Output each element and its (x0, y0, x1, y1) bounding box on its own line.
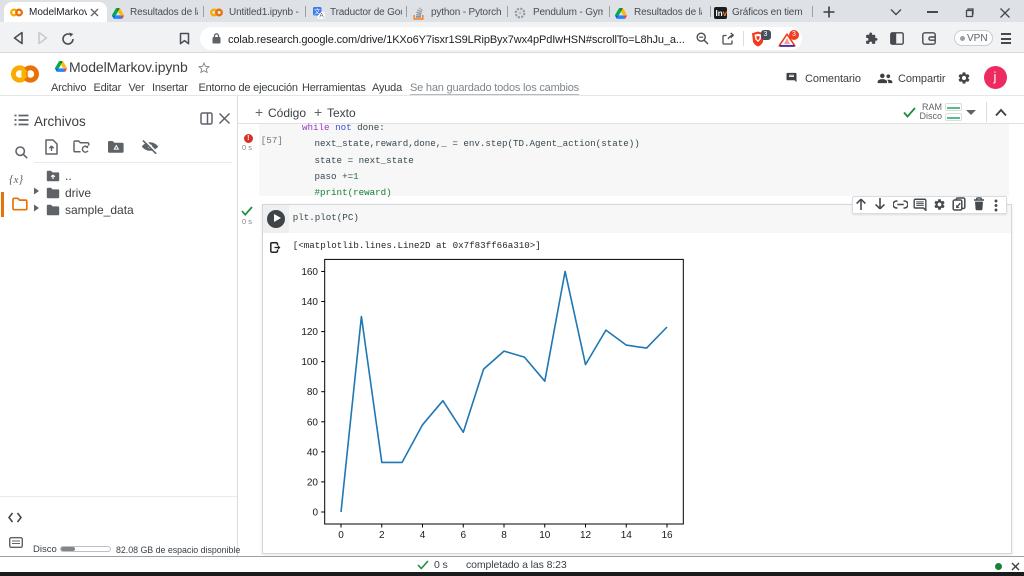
svg-text:10: 10 (539, 530, 551, 541)
svg-text:6: 6 (460, 530, 466, 541)
svg-text:A: A (319, 13, 324, 19)
svg-text:16: 16 (661, 530, 673, 541)
svg-text:80: 80 (307, 387, 319, 398)
svg-text:140: 140 (301, 297, 318, 308)
svg-text:4: 4 (420, 530, 426, 541)
svg-text:0: 0 (312, 508, 318, 519)
svg-text:0: 0 (338, 530, 344, 541)
svg-text:40: 40 (307, 447, 319, 458)
svg-text:160: 160 (301, 267, 318, 278)
svg-text:60: 60 (307, 417, 319, 428)
svg-text:8: 8 (501, 530, 507, 541)
svg-text:100: 100 (301, 357, 318, 368)
svg-text:12: 12 (580, 530, 592, 541)
svg-text:120: 120 (301, 327, 318, 338)
svg-text:14: 14 (621, 530, 633, 541)
svg-text:20: 20 (307, 477, 319, 488)
svg-text:2: 2 (379, 530, 385, 541)
